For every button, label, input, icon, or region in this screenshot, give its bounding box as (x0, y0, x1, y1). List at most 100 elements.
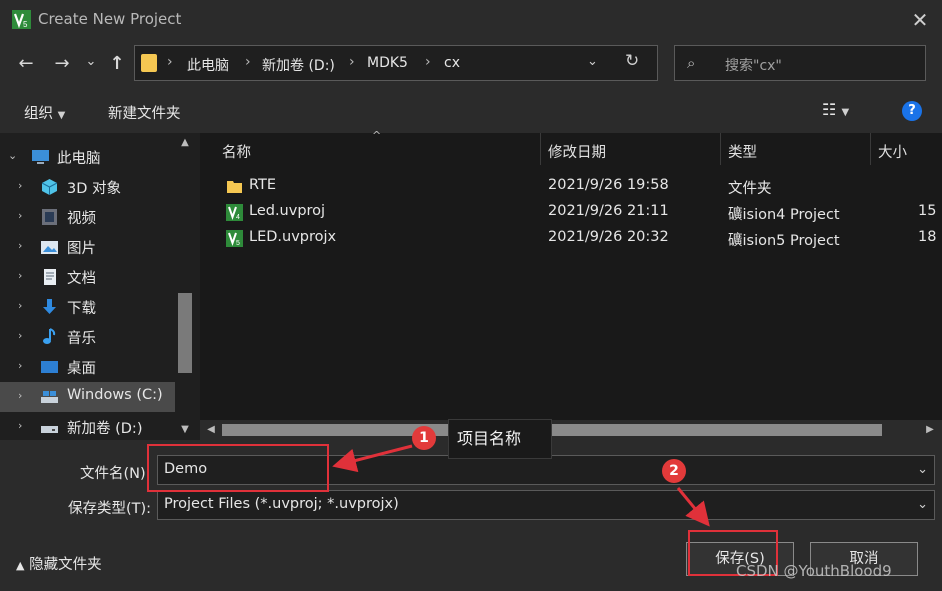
filetype-label: 保存类型(T): (68, 501, 152, 517)
sidebar-item-label: 此电脑 (57, 151, 101, 167)
sidebar-item-label: 文档 (67, 271, 96, 287)
forward-arrow-icon[interactable]: → (50, 52, 74, 76)
address-dropdown-icon[interactable]: ⌄ (587, 54, 598, 69)
3d-objects-icon (41, 179, 58, 195)
chevron-right-icon[interactable]: › (18, 179, 22, 192)
chevron-down-icon[interactable]: ⌄ (8, 149, 17, 162)
up-arrow-icon[interactable]: ↑ (106, 52, 128, 76)
help-icon[interactable]: ? (902, 101, 922, 121)
scroll-right-icon[interactable]: ▶ (922, 421, 938, 439)
pc-icon (32, 150, 49, 164)
filename-label: 文件名(N): (80, 466, 151, 482)
close-icon[interactable]: ✕ (905, 6, 935, 34)
drive-c-icon (41, 391, 58, 403)
window-title: Create New Project (38, 10, 182, 28)
chevron-right-icon[interactable]: › (18, 329, 22, 342)
breadcrumb-separator: › (245, 54, 251, 70)
column-header-name[interactable]: 名称 (222, 141, 251, 162)
annotation-highlight-filename (147, 444, 329, 492)
file-date: 2021/9/26 21:11 (548, 203, 669, 219)
breadcrumb-separator: › (425, 54, 431, 70)
breadcrumb-drive-d[interactable]: 新加卷 (D:) (262, 55, 335, 75)
desktop-icon (41, 361, 58, 373)
file-date: 2021/9/26 20:32 (548, 229, 669, 245)
scroll-left-icon[interactable]: ◀ (203, 421, 219, 439)
sidebar-item-drive-d[interactable]: › 新加卷 (D:) (0, 412, 175, 442)
file-row[interactable]: 4 Led.uvproj 2021/9/26 21:11 礦ision4 Pro… (220, 200, 942, 226)
breadcrumb-separator: › (349, 54, 355, 70)
annotation-badge-1: 1 (412, 426, 436, 450)
sidebar-item-documents[interactable]: › 文档 (0, 262, 175, 292)
file-row[interactable]: 5 LED.uvprojx 2021/9/26 20:32 礦ision5 Pr… (220, 226, 942, 252)
column-divider[interactable] (540, 133, 541, 165)
column-header-type[interactable]: 类型 (728, 141, 757, 162)
organize-label: 组织 (24, 106, 53, 122)
sort-ascending-icon: ^ (372, 129, 382, 142)
sidebar-item-label: 新加卷 (D:) (67, 421, 143, 437)
chevron-right-icon[interactable]: › (18, 209, 22, 222)
sidebar-scrollbar[interactable]: ▲ ▼ (175, 133, 195, 440)
chevron-right-icon[interactable]: › (18, 419, 22, 432)
video-icon (42, 209, 57, 225)
file-name: LED.uvprojx (249, 229, 337, 245)
chevron-right-icon[interactable]: › (18, 239, 22, 252)
address-bar[interactable]: › 此电脑 › 新加卷 (D:) › MDK5 › cx ⌄ ↻ (134, 45, 658, 81)
hide-folders-toggle[interactable]: ▲ 隐藏文件夹 (16, 553, 102, 574)
chevron-right-icon[interactable]: › (18, 359, 22, 372)
search-box[interactable]: ⌕ 搜索"cx" (674, 45, 926, 81)
sidebar-item-this-pc[interactable]: ⌄ 此电脑 (0, 142, 175, 172)
view-options-icon[interactable]: ☷ ▼ (822, 100, 849, 119)
column-divider[interactable] (870, 133, 871, 165)
breadcrumb-cx[interactable]: cx (444, 55, 460, 71)
file-type: 文件夹 (728, 181, 772, 197)
sidebar-item-downloads[interactable]: › 下载 (0, 292, 175, 322)
file-size: 18 (918, 229, 937, 245)
recent-locations-chevron-icon[interactable]: ⌄ (82, 50, 100, 74)
sidebar-item-3d-objects[interactable]: › 3D 对象 (0, 172, 175, 202)
scroll-up-icon[interactable]: ▲ (178, 135, 192, 151)
file-row[interactable]: RTE 2021/9/26 19:58 文件夹 (220, 174, 942, 200)
organize-menu[interactable]: 组织 ▼ (24, 102, 65, 123)
file-date: 2021/9/26 19:58 (548, 177, 669, 193)
sidebar-item-pictures[interactable]: › 图片 (0, 232, 175, 262)
file-list-scrollbar[interactable]: ◀ ▶ (200, 420, 942, 440)
folder-icon (141, 54, 157, 72)
refresh-icon[interactable]: ↻ (625, 51, 639, 71)
sidebar-item-music[interactable]: › 音乐 (0, 322, 175, 352)
scrollbar-thumb[interactable] (222, 424, 882, 436)
uvision-icon: 5 (226, 230, 243, 247)
filetype-select[interactable]: Project Files (*.uvproj; *.uvprojx) ⌄ (157, 490, 935, 520)
scroll-down-icon[interactable]: ▼ (178, 422, 192, 438)
svg-text:5: 5 (23, 20, 28, 29)
annotation-label: 项目名称 (448, 419, 552, 459)
scrollbar-thumb[interactable] (178, 293, 192, 373)
navigation-pane: ⌄ 此电脑 › 3D 对象 › 视频 › 图片 › 文档 › 下载 › 音乐 ›… (0, 133, 200, 440)
uvision-app-icon: 5 (12, 10, 31, 29)
sidebar-item-label: 视频 (67, 211, 96, 227)
search-input[interactable]: 搜索"cx" (725, 55, 782, 75)
chevron-right-icon[interactable]: › (18, 299, 22, 312)
column-divider[interactable] (720, 133, 721, 165)
sidebar-item-desktop[interactable]: › 桌面 (0, 352, 175, 382)
column-header-date[interactable]: 修改日期 (548, 141, 606, 162)
hide-folders-label: 隐藏文件夹 (29, 557, 102, 573)
breadcrumb-this-pc[interactable]: 此电脑 (187, 55, 229, 75)
title-bar: 5 Create New Project ✕ (0, 0, 942, 40)
downloads-icon (43, 299, 56, 314)
column-header-size[interactable]: 大小 (878, 141, 907, 162)
annotation-badge-2: 2 (662, 459, 686, 483)
sidebar-item-drive-c[interactable]: › Windows (C:) (0, 382, 175, 412)
chevron-down-icon[interactable]: ⌄ (917, 462, 928, 477)
caret-down-icon: ▼ (57, 110, 66, 121)
chevron-down-icon[interactable]: ⌄ (917, 497, 928, 512)
sidebar-item-label: Windows (C:) (67, 387, 163, 403)
file-name: RTE (249, 177, 277, 193)
chevron-right-icon[interactable]: › (18, 269, 22, 282)
svg-text:4: 4 (236, 214, 240, 221)
chevron-right-icon[interactable]: › (18, 389, 22, 402)
back-arrow-icon[interactable]: ← (14, 52, 38, 76)
breadcrumb-mdk5[interactable]: MDK5 (367, 55, 408, 71)
sidebar-item-label: 下载 (67, 301, 96, 317)
new-folder-button[interactable]: 新建文件夹 (108, 102, 181, 123)
sidebar-item-videos[interactable]: › 视频 (0, 202, 175, 232)
